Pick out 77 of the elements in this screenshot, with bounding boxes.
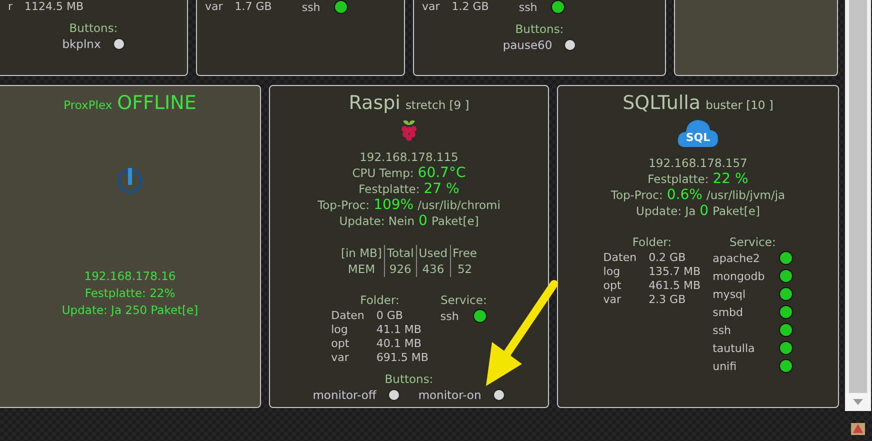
card-title: SQLTulla buster [10 ] bbox=[622, 92, 774, 114]
info-line: 192.168.178.157 bbox=[648, 156, 748, 171]
scrollbar[interactable] bbox=[844, 0, 870, 393]
buttons-heading: Buttons: bbox=[515, 22, 564, 36]
folder-size: 691.5 MB bbox=[376, 351, 428, 364]
folder-size: 41.1 MB bbox=[376, 323, 422, 336]
service-name: ssh bbox=[440, 310, 459, 322]
service-name: ssh bbox=[518, 0, 538, 14]
info-line: Festplatte: 27 % bbox=[358, 182, 460, 197]
info-line: 192.168.178.115 bbox=[360, 150, 458, 165]
toggle-button[interactable]: pause60 bbox=[502, 38, 576, 52]
table-cell: 52 bbox=[450, 261, 479, 277]
folder-name: log bbox=[603, 265, 622, 278]
card-title: Raspi stretch [9 ] bbox=[348, 92, 470, 114]
power-icon bbox=[116, 166, 144, 194]
folder-name: Daten bbox=[331, 309, 364, 322]
service-heading: Service: bbox=[729, 235, 776, 249]
service-name: mysql bbox=[712, 288, 746, 300]
radio-icon bbox=[388, 389, 400, 401]
raspberry-icon bbox=[399, 118, 419, 142]
radio-icon bbox=[493, 389, 506, 401]
service-name: ssh bbox=[302, 0, 320, 14]
radio-icon bbox=[564, 39, 576, 51]
folder-size: 135.7 MB bbox=[648, 265, 701, 278]
info-line: Update: Nein 0 Paket[e] bbox=[339, 214, 479, 229]
card-title: ProxPlex OFFLINE bbox=[64, 92, 196, 114]
info-line: 192.168.178.16 bbox=[84, 269, 176, 284]
column-header: Total bbox=[384, 245, 416, 261]
cloud-icon: SQL bbox=[677, 118, 719, 148]
info-line: Festplatte: 22% bbox=[84, 286, 176, 301]
info-line: Update: Ja 250 Paket[e] bbox=[62, 303, 198, 318]
toggle-button[interactable]: bkplnx bbox=[62, 37, 125, 51]
info-line: Update: Ja 0 Paket[e] bbox=[636, 204, 760, 219]
folder-heading: Folder: bbox=[360, 293, 400, 307]
info-line: Top-Proc: 0.6% /usr/lib/jvm/ja bbox=[610, 188, 786, 203]
buttons-heading: Buttons: bbox=[69, 21, 118, 35]
info-line: CPU Temp: 60.7°C bbox=[352, 166, 466, 181]
column-header: [in MB] bbox=[339, 245, 384, 261]
folder-size: 2.3 GB bbox=[648, 293, 687, 306]
table-cell: 926 bbox=[384, 261, 416, 277]
column-header: Used bbox=[416, 245, 450, 261]
folder-heading: Folder: bbox=[632, 235, 672, 249]
folder-size: 0.2 GB bbox=[648, 251, 687, 264]
folder-size: 461.5 MB bbox=[648, 279, 701, 292]
service-name: apache2 bbox=[712, 252, 760, 264]
folder-name: r bbox=[8, 0, 13, 13]
info-line: Festplatte: 22 % bbox=[648, 172, 748, 187]
folder-name: opt bbox=[331, 337, 350, 350]
service-heading: Service: bbox=[440, 293, 487, 307]
service-name: unifi bbox=[712, 360, 737, 372]
folder-name: var bbox=[331, 351, 350, 364]
folder-name: opt bbox=[603, 279, 622, 292]
folder-name: log bbox=[331, 323, 349, 336]
down-arrow-icon bbox=[852, 399, 862, 405]
folder-size: 40.1 MB bbox=[376, 337, 422, 350]
folder-size: 1124.5 MB bbox=[24, 0, 84, 13]
radio-icon bbox=[112, 38, 125, 50]
table-cell: MEM bbox=[339, 261, 384, 277]
scroll-down-button[interactable] bbox=[844, 393, 870, 411]
column-header: Free bbox=[450, 245, 479, 261]
service-name: tautulla bbox=[712, 342, 755, 354]
service-name: smbd bbox=[712, 306, 744, 318]
folder-name: var bbox=[205, 0, 223, 13]
folder-name: var bbox=[422, 0, 440, 13]
app-icon[interactable] bbox=[848, 421, 866, 437]
toggle-button[interactable]: monitor-off bbox=[312, 388, 400, 402]
folder-size: 1.2 GB bbox=[452, 0, 489, 13]
folder-name: var bbox=[603, 293, 622, 306]
service-name: ssh bbox=[712, 324, 732, 336]
folder-size: 0 GB bbox=[376, 309, 404, 322]
toggle-button[interactable]: monitor-on bbox=[418, 388, 506, 402]
table-cell: 436 bbox=[416, 261, 450, 277]
folder-name: Daten bbox=[603, 251, 637, 264]
service-name: mongodb bbox=[712, 270, 765, 282]
info-line: Top-Proc: 109% /usr/lib/chromi bbox=[318, 198, 500, 213]
folder-size: 1.7 GB bbox=[234, 0, 272, 13]
buttons-heading: Buttons: bbox=[384, 372, 434, 386]
